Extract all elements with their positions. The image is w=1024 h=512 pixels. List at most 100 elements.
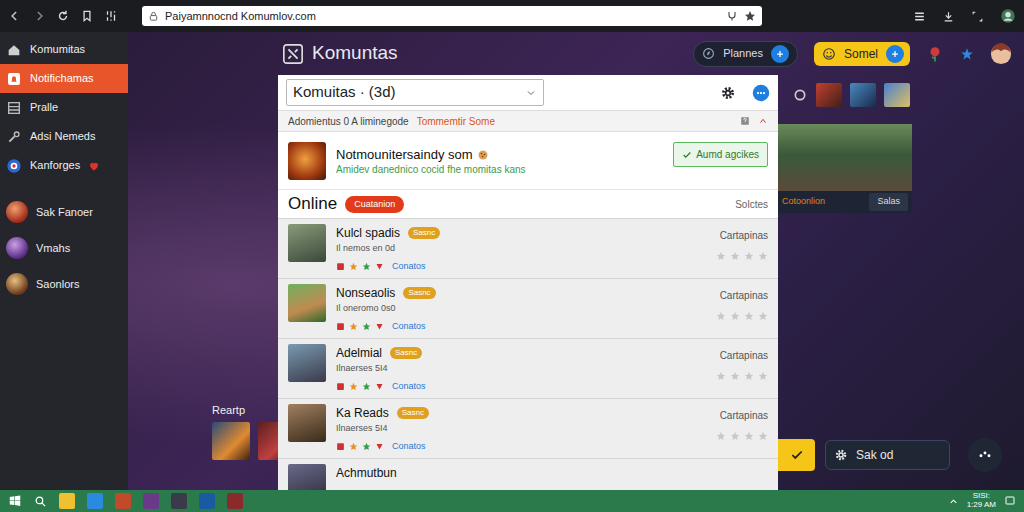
address-bar[interactable]: Paiyamnnocnd Komumlov.com <box>142 6 762 26</box>
url-text[interactable]: Paiyamnnocnd Komumlov.com <box>165 8 720 25</box>
taskbar-app[interactable] <box>143 493 159 509</box>
recent-thumbnail[interactable] <box>212 422 250 460</box>
star-icon[interactable] <box>758 311 768 321</box>
search-icon[interactable] <box>34 495 47 508</box>
star-icon[interactable] <box>730 311 740 321</box>
member-row[interactable]: AdelmialSasncIlnaerses 5I4ConatosCartapi… <box>278 339 778 399</box>
settings-icon[interactable] <box>104 9 118 23</box>
sidebar-item[interactable]: Adsi Nemeds <box>0 122 128 151</box>
star-icon[interactable] <box>730 371 740 381</box>
screenshot-button[interactable]: Salas <box>869 193 908 211</box>
sidebar-label[interactable]: Saonlors <box>36 276 79 293</box>
gear-icon[interactable] <box>720 85 736 101</box>
dropdown-value[interactable]: Komuitas · (3d) <box>293 81 396 104</box>
rose-icon[interactable] <box>926 45 944 63</box>
star-icon[interactable] <box>960 47 974 61</box>
thumbnail[interactable] <box>816 83 842 107</box>
star-icon[interactable] <box>758 371 768 381</box>
star-rating[interactable] <box>716 431 768 441</box>
member-name[interactable]: Ka Reads <box>336 404 389 422</box>
featured-title[interactable]: Notmounitersaindy som <box>336 145 473 165</box>
help-icon[interactable] <box>740 116 750 126</box>
member-row[interactable]: Kulcl spadisSasncIl nemos en 0dConatosCa… <box>278 218 778 279</box>
back-icon[interactable] <box>8 9 22 23</box>
notification-icon[interactable] <box>1004 495 1016 507</box>
thumbnail[interactable] <box>850 83 876 107</box>
tray-expand-icon[interactable] <box>948 496 959 507</box>
star-icon[interactable] <box>730 431 740 441</box>
forward-icon[interactable] <box>32 9 46 23</box>
favorite-star-icon[interactable] <box>744 10 756 22</box>
collapse-icon[interactable] <box>758 116 768 126</box>
taskbar-app[interactable] <box>171 493 187 509</box>
more-icon[interactable] <box>752 84 770 102</box>
windows-start-icon[interactable] <box>8 494 22 508</box>
settings-pill[interactable]: Sak od <box>825 440 950 470</box>
sidebar-item[interactable]: Pralle <box>0 93 128 122</box>
star-icon[interactable] <box>716 311 726 321</box>
featured-button[interactable]: Aumd agcikes <box>673 142 768 167</box>
star-rating[interactable] <box>716 251 768 261</box>
bookmark-icon[interactable] <box>80 9 94 23</box>
action-button[interactable]: Somel <box>814 42 910 66</box>
planner-button[interactable]: Plannes <box>693 41 798 67</box>
member-link[interactable]: Conatos <box>392 380 426 394</box>
member-row[interactable]: NonseaolisSasncIl oneromo 0s0ConatosCart… <box>278 279 778 339</box>
member-name[interactable]: Kulcl spadis <box>336 224 400 242</box>
star-rating[interactable] <box>716 371 768 381</box>
info-highlight[interactable]: Tommemtir Some <box>417 114 495 129</box>
taskbar-app[interactable] <box>199 493 215 509</box>
thumbnail[interactable] <box>884 83 910 107</box>
member-name[interactable]: Achmutbun <box>336 464 397 482</box>
more-button[interactable] <box>968 438 1002 472</box>
profile-icon[interactable] <box>1000 8 1016 24</box>
sidebar-label[interactable]: Notifichamas <box>30 70 94 87</box>
sidebar-label[interactable]: Komumitas <box>30 41 85 58</box>
download-icon[interactable] <box>942 10 955 23</box>
sidebar-item[interactable]: Sak Fanoer <box>0 194 128 230</box>
star-icon[interactable] <box>744 371 754 381</box>
star-icon[interactable] <box>730 251 740 261</box>
user-avatar-icon[interactable] <box>990 43 1012 65</box>
member-name[interactable]: Adelmial <box>336 344 382 362</box>
sidebar-item[interactable]: Komumitas <box>0 35 128 64</box>
star-icon[interactable] <box>758 431 768 441</box>
sidebar-label[interactable]: Kanforges <box>30 157 80 174</box>
member-row[interactable]: Achmutbun <box>278 459 778 490</box>
taskbar-app[interactable] <box>115 493 131 509</box>
confirm-button[interactable] <box>778 439 815 471</box>
member-link[interactable]: Conatos <box>392 440 426 454</box>
star-icon[interactable] <box>744 431 754 441</box>
star-icon[interactable] <box>758 251 768 261</box>
taskbar-app[interactable] <box>59 493 75 509</box>
star-icon[interactable] <box>716 371 726 381</box>
sidebar-item[interactable]: Kanforges <box>0 151 128 180</box>
extension-icon[interactable] <box>726 10 738 22</box>
reload-icon[interactable] <box>56 9 70 23</box>
star-icon[interactable] <box>744 311 754 321</box>
window-icon[interactable] <box>971 10 984 23</box>
ring-icon[interactable] <box>792 87 808 103</box>
game-screenshot[interactable] <box>778 124 912 191</box>
menu-icon[interactable] <box>913 10 926 23</box>
community-dropdown[interactable]: Komuitas · (3d) <box>286 79 544 106</box>
star-icon[interactable] <box>716 431 726 441</box>
sidebar-item[interactable]: Notifichamas <box>0 64 128 93</box>
star-icon[interactable] <box>744 251 754 261</box>
sidebar-label[interactable]: Pralle <box>30 99 58 116</box>
sidebar-label[interactable]: Sak Fanoer <box>36 204 93 221</box>
member-row[interactable]: Ka ReadsSasncIlnaerses 5I4ConatosCartapi… <box>278 399 778 459</box>
member-link[interactable]: Conatos <box>392 260 426 274</box>
sidebar-item[interactable]: Saonlors <box>0 266 128 302</box>
sort-label[interactable]: Solctes <box>735 197 768 212</box>
taskbar-app[interactable] <box>227 493 243 509</box>
tray-clock[interactable]: SISI:1:29 AM <box>967 492 996 510</box>
star-rating[interactable] <box>716 311 768 321</box>
sidebar-label[interactable]: Adsi Nemeds <box>30 128 95 145</box>
member-name[interactable]: Nonseaolis <box>336 284 395 302</box>
sidebar-item[interactable]: Vmahs <box>0 230 128 266</box>
sidebar-label[interactable]: Vmahs <box>36 240 70 257</box>
star-icon[interactable] <box>716 251 726 261</box>
taskbar-app[interactable] <box>87 493 103 509</box>
online-tag[interactable]: Cuatanion <box>345 196 404 213</box>
